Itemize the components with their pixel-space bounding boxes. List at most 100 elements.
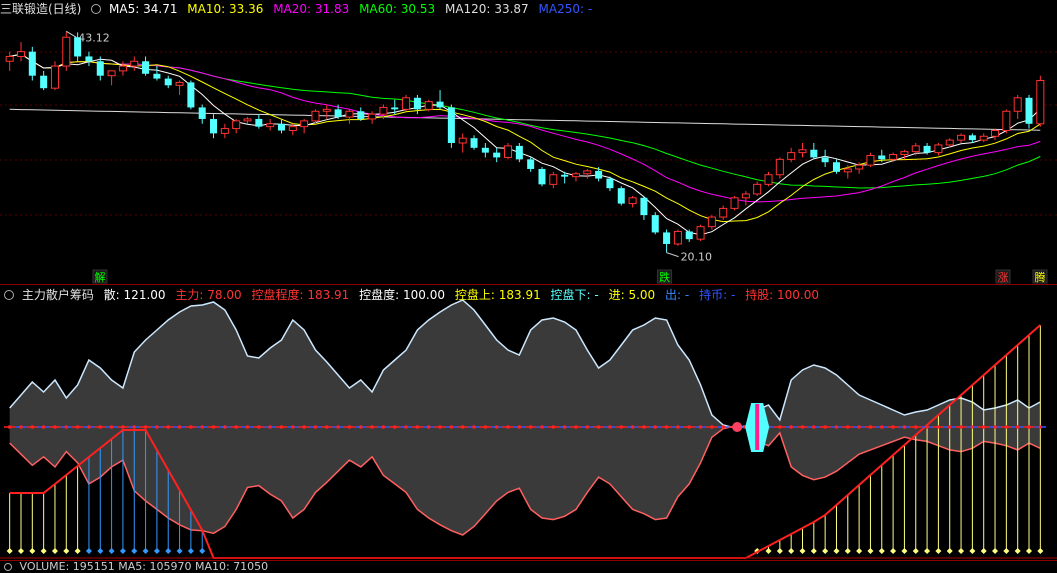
candle-body-down	[481, 147, 489, 153]
candle-body-down	[832, 162, 840, 172]
indicator-panel-header: 主力散户筹码 散: 121.00 主力: 78.00 控盘程度: 183.91 …	[0, 286, 825, 304]
candle-body-down	[810, 149, 818, 158]
candle	[606, 176, 614, 192]
control-diamond	[799, 548, 806, 554]
signal-marker: 涨	[995, 269, 1011, 284]
stock-title[interactable]: 三联锻造(日线)	[0, 2, 81, 16]
price-candlestick-chart[interactable]: 43.12 20.10 解 跌 涨 腾	[0, 0, 1057, 284]
control-diamond	[776, 548, 783, 554]
control-diamond	[754, 548, 761, 554]
mid-dot	[936, 425, 941, 429]
signal-marker: 腾	[1032, 269, 1048, 284]
mid-dot	[358, 425, 363, 429]
low-price-label: 20.10	[681, 251, 713, 264]
control-diamond	[176, 548, 183, 554]
mid-dot	[891, 425, 895, 429]
candle-body-down	[651, 215, 659, 233]
chibi-legend: 持币: -	[699, 288, 736, 302]
candle-body-up	[549, 174, 558, 185]
candle	[1025, 94, 1033, 129]
candle	[707, 215, 716, 230]
candle-body-down	[334, 109, 342, 118]
control-diamond	[844, 548, 851, 554]
control-diamond	[1014, 548, 1021, 554]
candle	[5, 51, 14, 71]
mid-dot	[789, 425, 793, 429]
candle-body-up	[991, 130, 1000, 137]
mid-dot	[41, 425, 46, 429]
candle-body-up	[764, 174, 773, 185]
ma20-legend: MA20: 31.83	[273, 2, 350, 16]
indicator-title[interactable]: 主力散户筹码	[22, 288, 94, 302]
candle-body-up	[503, 145, 513, 158]
control-diamond	[765, 548, 772, 554]
settings-circle-icon[interactable]	[4, 290, 14, 300]
candle	[741, 191, 750, 206]
mid-dot	[981, 425, 986, 429]
candle	[571, 171, 580, 182]
candle	[198, 104, 206, 124]
control-diamond	[165, 548, 172, 554]
signal-marker: 跌	[657, 269, 673, 284]
mid-dot	[562, 425, 567, 429]
mid-dot	[302, 425, 306, 429]
candle-body-up	[900, 151, 909, 156]
candle-body-down	[40, 75, 48, 89]
kpd-legend: 控盘度: 100.00	[359, 288, 446, 302]
volume-panel-header: VOLUME: 195151 MA5: 105970 MA10: 71050	[0, 561, 274, 573]
mid-dot	[177, 425, 182, 429]
mid-dot	[392, 425, 397, 429]
control-diamond	[6, 548, 13, 554]
mid-dot	[551, 425, 556, 429]
control-diamond	[51, 548, 58, 554]
mid-dot	[744, 425, 748, 429]
candle-body-down	[436, 101, 444, 108]
mid-dot	[959, 425, 963, 429]
control-diamond	[108, 548, 115, 554]
candle-body-up	[696, 226, 705, 240]
mid-dot	[653, 425, 658, 429]
candle	[628, 195, 637, 208]
san-legend: 散: 121.00	[103, 288, 166, 302]
mid-dot	[98, 425, 103, 429]
candle	[798, 143, 807, 158]
control-diamond	[17, 548, 24, 554]
mid-dot	[676, 425, 680, 429]
mid-dot	[347, 425, 352, 429]
mid-dot	[87, 425, 91, 429]
candle	[424, 99, 433, 112]
control-diamond	[131, 548, 138, 554]
mid-dot	[845, 425, 850, 429]
mid-dot	[211, 425, 216, 429]
mid-dot	[291, 425, 295, 429]
mid-dot	[755, 425, 759, 429]
candle	[470, 135, 478, 150]
mid-dot	[438, 425, 442, 429]
signal-marker-text: 跌	[659, 270, 670, 284]
control-diamond	[85, 548, 92, 554]
candle-body-down	[561, 174, 569, 177]
candle-body-up	[707, 216, 716, 228]
control-diamond	[97, 548, 104, 554]
candle-body-down	[685, 231, 693, 240]
candle-body-down	[255, 118, 263, 127]
candle	[164, 75, 172, 89]
candle	[1036, 75, 1045, 127]
mid-dot	[1004, 425, 1009, 429]
candle-body-down	[923, 145, 931, 153]
candle-body-up	[979, 135, 988, 141]
control-diamond	[1003, 548, 1010, 554]
mid-dot	[460, 425, 465, 429]
candle-body-up	[424, 101, 433, 110]
candle	[775, 157, 784, 179]
mid-dot	[823, 425, 827, 429]
candle	[640, 195, 648, 220]
ma10-legend: MA10: 33.36	[187, 2, 264, 16]
candle-body-down	[391, 107, 399, 110]
signal-marker: 解	[92, 269, 108, 284]
candle-body-up	[62, 36, 71, 67]
settings-circle-icon[interactable]	[91, 4, 102, 14]
candle	[1013, 94, 1022, 119]
mid-dot	[483, 425, 488, 429]
candle-body-down	[617, 188, 625, 204]
